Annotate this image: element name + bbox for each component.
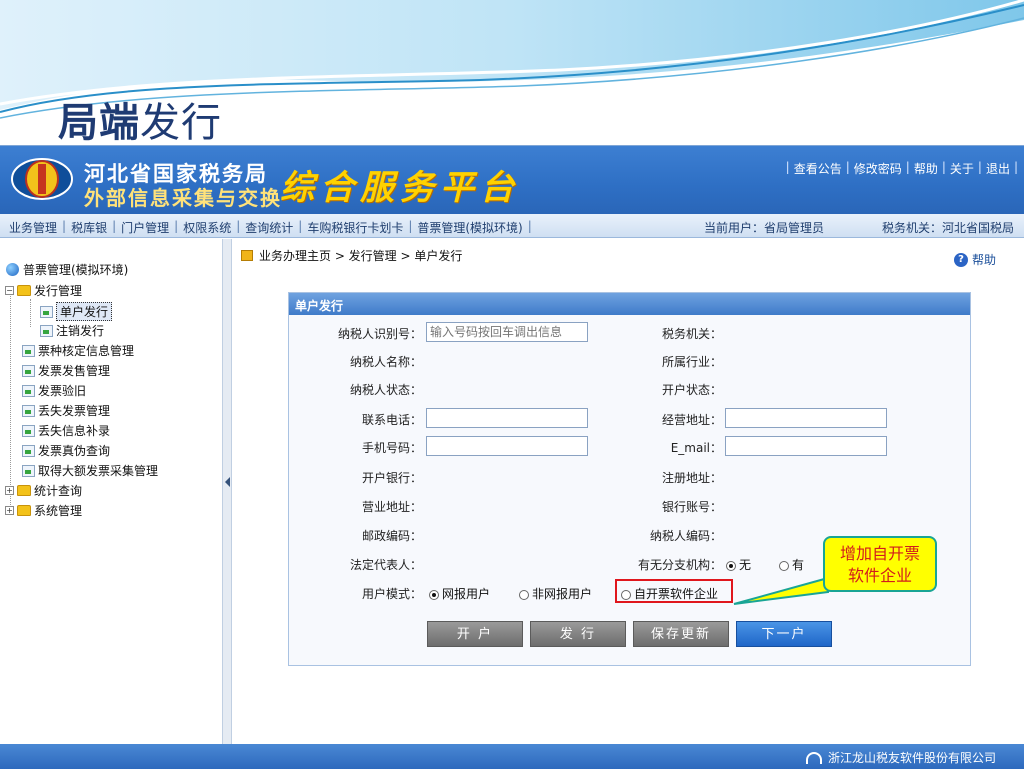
tree-group-stats[interactable]: + 统计查询 <box>5 482 82 499</box>
mobile-input[interactable] <box>426 436 588 456</box>
label-industry: 所属行业： <box>661 355 722 369</box>
slide-header: 局端发行 <box>0 0 1024 145</box>
current-user: 当前用户：省局管理员 <box>704 221 825 235</box>
link-about[interactable]: 关于 <box>950 160 974 177</box>
issuance-panel: 单户发行 纳税人识别号： 税务机关： 纳税人名称： 所属行业： 纳税人状态： 开… <box>288 292 971 666</box>
sidebar-tree: 普票管理(模拟环境) − 发行管理 单户发行 注销发行 票种核定信息管理 发票发… <box>0 239 222 744</box>
label-taxpayer-name: 纳税人名称： <box>349 355 422 369</box>
label-taxpayer-id: 纳税人识别号： <box>337 327 422 341</box>
page-icon <box>22 424 35 437</box>
home-icon <box>241 250 253 261</box>
save-update-button[interactable]: 保存更新 <box>633 621 729 647</box>
page-icon <box>22 404 35 417</box>
page-icon <box>22 464 35 477</box>
breadcrumb: 业务办理主页 > 发行管理 > 单户发行 <box>241 247 462 264</box>
link-notice[interactable]: 查看公告 <box>794 160 842 177</box>
footer-bar: 浙江龙山税友软件股份有限公司 <box>0 744 1024 769</box>
company-logo-icon <box>805 751 822 764</box>
link-change-password[interactable]: 修改密码 <box>854 160 902 177</box>
page-icon <box>22 364 35 377</box>
collapse-icon[interactable]: − <box>5 286 14 295</box>
label-branch: 有无分支机构： <box>637 558 722 572</box>
globe-icon <box>6 263 19 276</box>
menu-items: 业务管理 | 税库银 | 门户管理 | 权限系统 | 查询统计 | 车购税银行卡划卡 | 普… <box>4 219 532 236</box>
tree-item-2[interactable]: 发票验旧 <box>22 382 86 399</box>
platform-title: 综合服务平台 <box>280 168 520 208</box>
tree-group-issuance[interactable]: − 发行管理 <box>5 282 82 299</box>
label-bank: 开户银行： <box>361 471 422 485</box>
callout-pointer <box>733 576 829 605</box>
help-link[interactable]: ? 帮助 <box>953 251 996 268</box>
label-postcode: 邮政编码： <box>361 529 422 543</box>
main-content: 业务办理主页 > 发行管理 > 单户发行 ? 帮助 单户发行 纳税人识别号： 税… <box>233 239 1024 744</box>
label-phone: 联系电话： <box>361 413 422 427</box>
top-links: | 查看公告 | 修改密码 | 帮助 | 关于 | 退出 | <box>785 160 1018 177</box>
label-tax-office: 税务机关： <box>661 327 722 341</box>
org-name-line2: 外部信息采集与交换 <box>84 186 282 210</box>
menu-query[interactable]: 查询统计 <box>240 219 298 236</box>
label-email: E_mail： <box>670 441 722 455</box>
page-icon <box>22 384 35 397</box>
tree-item-5[interactable]: 发票真伪查询 <box>22 442 110 459</box>
label-mobile: 手机号码： <box>361 441 422 455</box>
expand-icon[interactable]: + <box>5 506 14 515</box>
footer-company: 浙江龙山税友软件股份有限公司 <box>805 749 996 766</box>
tax-office-info: 税务机关：河北省国税局 <box>882 221 1015 235</box>
mode-online-radio[interactable]: 网报用户 <box>429 585 490 602</box>
tree-item-0[interactable]: 票种核定信息管理 <box>22 342 134 359</box>
menu-permission[interactable]: 权限系统 <box>178 219 236 236</box>
label-bank-account: 银行账号： <box>661 500 722 514</box>
menu-invoice[interactable]: 普票管理(模拟环境) <box>412 219 527 236</box>
label-taxpayer-code: 纳税人编码： <box>649 529 722 543</box>
menu-bar: 业务管理 | 税库银 | 门户管理 | 权限系统 | 查询统计 | 车购税银行卡划卡 | 普… <box>0 214 1024 238</box>
menu-treasury[interactable]: 税库银 <box>66 219 112 236</box>
app-window: 河北省国家税务局 外部信息采集与交换 综合服务平台 | 查看公告 | 修改密码 … <box>0 145 1024 769</box>
folder-icon <box>17 285 31 296</box>
label-legal-rep: 法定代表人： <box>349 558 422 572</box>
folder-icon <box>17 505 31 516</box>
open-account-button[interactable]: 开 户 <box>427 621 523 647</box>
label-open-status: 开户状态： <box>661 383 722 397</box>
label-biz-address: 经营地址： <box>661 413 722 427</box>
tree-item-6[interactable]: 取得大额发票采集管理 <box>22 462 158 479</box>
sidebar-splitter[interactable] <box>222 239 232 744</box>
label-user-mode: 用户模式： <box>361 587 422 601</box>
biz-address-input[interactable] <box>725 408 887 428</box>
annotation-callout: 增加自开票 软件企业 <box>823 536 937 592</box>
header-banner: 河北省国家税务局 外部信息采集与交换 综合服务平台 | 查看公告 | 修改密码 … <box>0 146 1024 214</box>
tree-item-4[interactable]: 丢失信息补录 <box>22 422 110 439</box>
link-logout[interactable]: 退出 <box>986 160 1010 177</box>
phone-input[interactable] <box>426 408 588 428</box>
mode-offline-radio[interactable]: 非网报用户 <box>519 585 592 602</box>
issue-button[interactable]: 发 行 <box>530 621 626 647</box>
taxpayer-id-input[interactable] <box>426 322 588 342</box>
help-icon: ? <box>953 252 968 267</box>
tree-root[interactable]: 普票管理(模拟环境) <box>6 261 128 278</box>
menu-portal[interactable]: 门户管理 <box>116 219 174 236</box>
menu-business[interactable]: 业务管理 <box>4 219 62 236</box>
page-icon <box>22 444 35 457</box>
tree-item-single-issuance[interactable]: 单户发行 <box>40 302 113 321</box>
tree-item-1[interactable]: 发票发售管理 <box>22 362 110 379</box>
tax-emblem-icon <box>11 158 73 200</box>
folder-icon <box>17 485 31 496</box>
panel-title: 单户发行 <box>289 293 970 315</box>
menu-vehicle-tax[interactable]: 车购税银行卡划卡 <box>302 219 408 236</box>
email-input[interactable] <box>725 436 887 456</box>
page-icon <box>22 344 35 357</box>
next-account-button[interactable]: 下一户 <box>736 621 832 647</box>
page-icon <box>40 324 53 337</box>
collapse-arrow-icon[interactable] <box>225 477 230 487</box>
expand-icon[interactable]: + <box>5 486 14 495</box>
label-reg-address: 注册地址： <box>661 471 722 485</box>
mode-self-invoice-radio[interactable]: 自开票软件企业 <box>621 585 718 602</box>
tree-group-system[interactable]: + 系统管理 <box>5 502 82 519</box>
page-icon <box>40 305 53 318</box>
tree-item-cancel-issuance[interactable]: 注销发行 <box>40 322 104 339</box>
label-taxpayer-status: 纳税人状态： <box>349 383 422 397</box>
link-help[interactable]: 帮助 <box>914 160 938 177</box>
slide-title: 局端发行 <box>58 100 222 145</box>
tree-item-3[interactable]: 丢失发票管理 <box>22 402 110 419</box>
label-business-address: 营业地址： <box>361 500 422 514</box>
